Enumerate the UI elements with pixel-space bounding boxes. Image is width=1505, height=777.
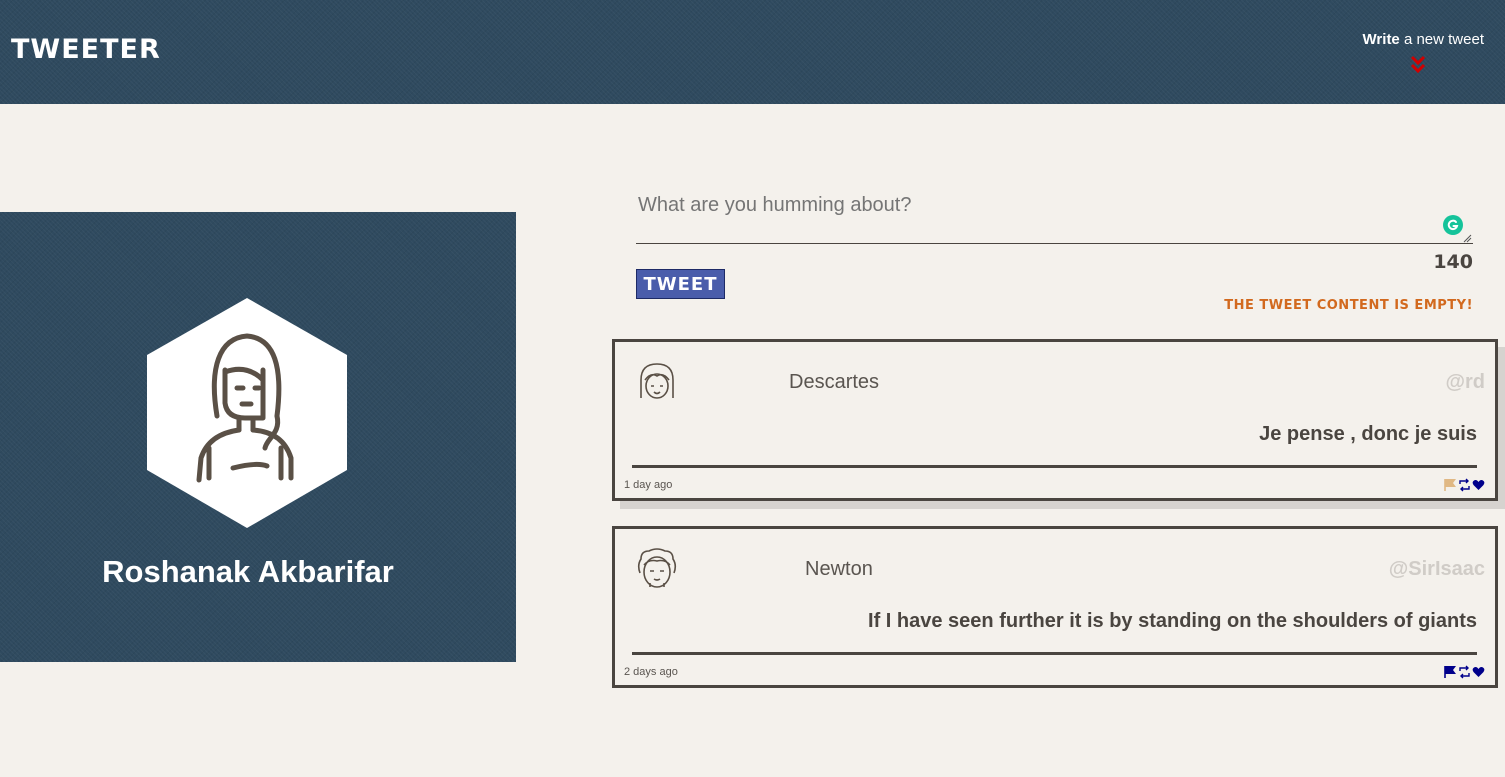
user-avatar [147, 298, 347, 528]
write-rest-label: a new tweet [1399, 31, 1484, 48]
tweet-author-name: Newton [805, 558, 873, 580]
write-new-tweet-toggle[interactable]: Write a new tweet [1354, 31, 1484, 77]
tweet-author-handle: @SirIsaac [1388, 558, 1485, 580]
write-new-tweet-label[interactable]: Write a new tweet [1363, 31, 1484, 48]
profile-card: Roshanak Akbarifar [0, 212, 516, 662]
flag-icon[interactable] [1444, 478, 1457, 492]
flag-icon[interactable] [1444, 665, 1457, 679]
write-strong-label: Write [1362, 31, 1400, 48]
tweet-actions [1444, 478, 1485, 492]
tweet-text: Je pense , donc je suis [1259, 423, 1477, 445]
error-message: The tweet content is empty! [1224, 298, 1473, 313]
author-avatar [637, 548, 677, 588]
resize-handle-icon[interactable] [1462, 233, 1472, 243]
retweet-icon[interactable] [1458, 478, 1471, 492]
author-avatar [640, 363, 674, 399]
tweet-actions [1444, 665, 1485, 679]
tweet-timestamp: 2 days ago [624, 666, 678, 678]
tweet-textarea[interactable] [636, 186, 1473, 244]
grammarly-icon[interactable] [1443, 215, 1463, 235]
tweet-card: Descartes @rd Je pense , donc je suis 1 … [612, 339, 1498, 501]
double-chevron-down-icon[interactable] [1410, 55, 1426, 75]
tweet-button[interactable]: Tweet [636, 269, 725, 299]
heart-icon[interactable] [1472, 478, 1485, 492]
tweet-timestamp: 1 day ago [624, 479, 673, 491]
tweet-card: Newton @SirIsaac If I have seen further … [612, 526, 1498, 688]
tweet-author-name: Descartes [789, 371, 880, 393]
tweet-text: If I have seen further it is by standing… [868, 610, 1477, 632]
top-nav: TWEETER Write a new tweet [0, 0, 1505, 104]
tweet-author-handle: @rd [1445, 371, 1485, 393]
heart-icon[interactable] [1472, 665, 1485, 679]
brand-logo[interactable]: TWEETER [11, 34, 161, 65]
tweet-divider [632, 465, 1477, 468]
tweet-divider [632, 652, 1477, 655]
char-counter: 140 [1433, 251, 1473, 273]
retweet-icon[interactable] [1458, 665, 1471, 679]
profile-name: Roshanak Akbarifar [102, 554, 394, 589]
